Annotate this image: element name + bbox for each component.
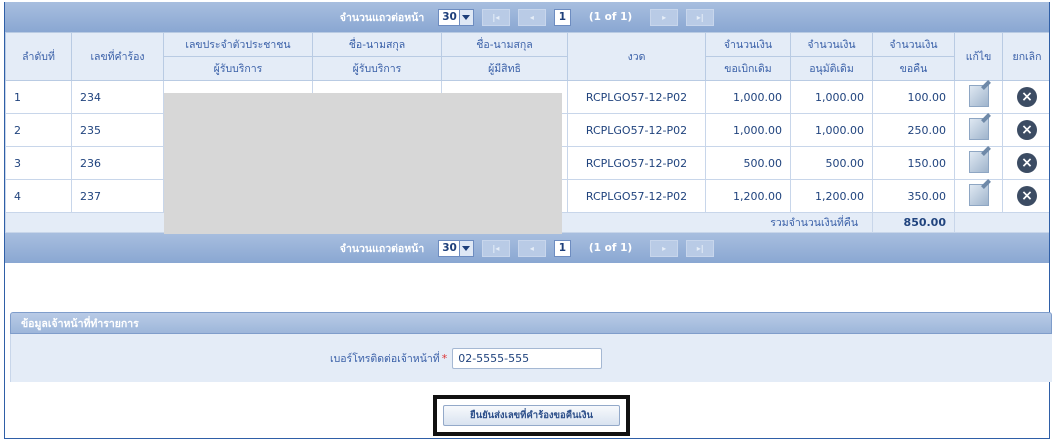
cell-no: 1 [5,80,72,114]
header-refund-1: จำนวนเงิน [872,32,955,57]
header-request-no: เลขที่คำร้อง [71,32,164,81]
header-edit: แก้ไข [954,32,1003,81]
page-of-text: (1 of 1) [588,11,633,23]
redacted-area [164,93,562,234]
cell-request-no: 234 [71,80,164,114]
rows-per-page-select[interactable]: 30 [438,239,474,257]
rows-per-page-label: จำนวนแถวต่อหน้า [339,242,425,255]
cancel-icon[interactable]: × [1017,153,1037,173]
cancel-icon[interactable]: × [1017,186,1037,206]
header-approved-2: อนุมัติเดิม [790,56,873,81]
last-page-icon[interactable]: ▸| [686,239,715,257]
rows-per-page-value: 30 [442,242,457,254]
header-claim-2: ขอเบิกเดิม [705,56,791,81]
confirm-highlight: ยืนยันส่งเลขที่คำร้องขอคืนเงิน [433,395,630,436]
phone-label: เบอร์โทรติดต่อเจ้าหน้าที่ [330,353,440,365]
rows-per-page-select[interactable]: 30 [438,8,474,26]
header-period: งวด [567,32,706,81]
header-approved-1: จำนวนเงิน [790,32,873,57]
pager-bottom: จำนวนแถวต่อหน้า 30 |◂ ◂ 1 (1 of 1) ▸ ▸| [5,233,1049,263]
confirm-submit-button[interactable]: ยืนยันส่งเลขที่คำร้องขอคืนเงิน [443,405,620,426]
cell-refund: 100.00 [872,80,955,114]
header-name-service-2: ผู้รับบริการ [312,56,442,81]
chevron-down-icon [458,240,473,256]
cell-approved: 1,000.00 [790,113,873,147]
edit-icon[interactable] [968,150,989,173]
rows-per-page-label: จำนวนแถวต่อหน้า [339,11,425,24]
cell-approved: 1,000.00 [790,80,873,114]
prev-page-icon[interactable]: ◂ [517,239,546,257]
cell-no: 4 [5,179,72,213]
pager-top: จำนวนแถวต่อหน้า 30 |◂ ◂ 1 (1 of 1) ▸ ▸| [5,2,1049,32]
header-id-card-1: เลขประจำตัวประชาชน [163,32,313,57]
cell-no: 3 [5,146,72,180]
cell-claim: 1,000.00 [705,80,791,114]
cancel-icon[interactable]: × [1017,120,1037,140]
prev-page-icon[interactable]: ◂ [517,8,546,26]
header-cancel: ยกเลิก [1002,32,1049,81]
next-page-icon[interactable]: ▸ [650,239,679,257]
current-page[interactable]: 1 [553,239,571,257]
rows-per-page-value: 30 [442,11,457,23]
phone-row: เบอร์โทรติดต่อเจ้าหน้าที่ * 02-5555-555 [330,348,603,369]
phone-input[interactable]: 02-5555-555 [452,348,603,369]
header-id-card-2: ผู้รับบริการ [163,56,313,81]
cell-request-no: 237 [71,179,164,213]
header-refund-2: ขอคืน [872,56,955,81]
header-claim-1: จำนวนเงิน [705,32,791,57]
cell-refund: 150.00 [872,146,955,180]
cell-approved: 500.00 [790,146,873,180]
header-name-service-1: ชื่อ-นามสกุล [312,32,442,57]
first-page-icon[interactable]: |◂ [481,239,510,257]
cell-refund: 350.00 [872,179,955,213]
page-of-text: (1 of 1) [588,242,633,254]
edit-icon[interactable] [968,84,989,107]
cell-request-no: 235 [71,113,164,147]
last-page-icon[interactable]: ▸| [686,8,715,26]
cell-claim: 1,200.00 [705,179,791,213]
next-page-icon[interactable]: ▸ [650,8,679,26]
edit-icon[interactable] [968,183,989,206]
cell-period: RCPLGO57-12-P02 [567,113,706,147]
required-mark: * [441,352,448,365]
header-no: ลำดับที่ [5,32,72,81]
cell-no: 2 [5,113,72,147]
header-name-right-2: ผู้มีสิทธิ [441,56,568,81]
cell-period: RCPLGO57-12-P02 [567,179,706,213]
cell-approved: 1,200.00 [790,179,873,213]
first-page-icon[interactable]: |◂ [481,8,510,26]
officer-section-title: ข้อมูลเจ้าหน้าที่ทำรายการ [10,312,1052,334]
cell-request-no: 236 [71,146,164,180]
total-value: 850.00 [872,212,955,233]
cell-refund: 250.00 [872,113,955,147]
cell-claim: 1,000.00 [705,113,791,147]
current-page[interactable]: 1 [553,8,571,26]
cell-period: RCPLGO57-12-P02 [567,146,706,180]
edit-icon[interactable] [968,117,989,140]
header-name-right-1: ชื่อ-นามสกุล [441,32,568,57]
cell-claim: 500.00 [705,146,791,180]
chevron-down-icon [458,9,473,25]
cancel-icon[interactable]: × [1017,87,1037,107]
cell-period: RCPLGO57-12-P02 [567,80,706,114]
